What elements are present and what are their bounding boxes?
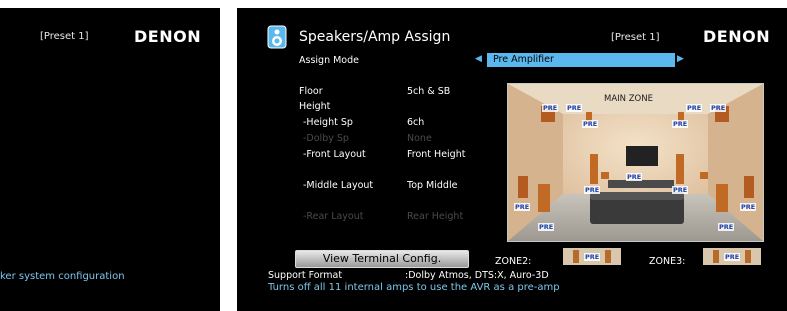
floor-value: 5ch & SB (407, 86, 451, 97)
pre-badge: PRE (686, 104, 703, 112)
pre-badge: PRE (584, 253, 601, 261)
assign-mode-selector[interactable]: Pre Amplifier (487, 53, 675, 67)
dolby-sp-value: None (407, 133, 432, 144)
rear-layout-label: -Rear Layout (303, 211, 364, 222)
height-label[interactable]: Height (299, 101, 330, 112)
speaker-layout-diagram: MAIN ZONE PRE PRE PRE PRE PRE PRE PRE PR… (507, 83, 764, 242)
dolby-sp-label: -Dolby Sp (303, 133, 349, 144)
assign-mode-label: Assign Mode (299, 55, 359, 66)
support-format-label: Support Format (268, 270, 343, 281)
floor-label[interactable]: Floor (299, 86, 323, 97)
zone3-label: ZONE3: (649, 256, 686, 267)
arrow-left-icon[interactable]: ◀ (475, 54, 482, 64)
pre-badge: PRE (584, 186, 601, 194)
front-layout-value: Front Height (407, 149, 466, 160)
zone-speaker (605, 250, 611, 263)
pre-badge: PRE (626, 173, 643, 181)
arrow-right-icon[interactable]: ▶ (677, 54, 684, 64)
support-format-value: :Dolby Atmos, DTS:X, Auro-3D (405, 270, 549, 281)
hint-text: Turns off all 11 internal amps to use th… (268, 282, 560, 293)
pre-badge: PRE (542, 104, 559, 112)
zone2-diagram: PRE (563, 248, 621, 265)
page-title: Speakers/Amp Assign (299, 29, 451, 45)
rear-layout-value: Rear Height (407, 211, 464, 222)
pre-badge: PRE (538, 223, 555, 231)
preset-label: [Preset 1] (40, 31, 89, 42)
pre-badge: PRE (672, 120, 689, 128)
height-sp-value: 6ch (407, 117, 425, 128)
middle-layout-value: Top Middle (407, 180, 458, 191)
pre-badge: PRE (740, 203, 757, 211)
preset-label: [Preset 1] (611, 32, 660, 43)
pre-badge: PRE (514, 203, 531, 211)
zone-speaker (745, 250, 751, 263)
left-screen: [Preset 1] DENON ker system configuratio… (0, 8, 220, 311)
front-layout-label[interactable]: -Front Layout (303, 149, 366, 160)
right-screen: Speakers/Amp Assign [Preset 1] DENON Ass… (237, 8, 787, 311)
brand-logo: DENON (134, 27, 202, 46)
brand-logo: DENON (703, 27, 771, 46)
main-zone-label: MAIN ZONE (604, 94, 653, 104)
zone-speaker (713, 250, 719, 263)
middle-layout-label[interactable]: -Middle Layout (303, 180, 373, 191)
pre-badge: PRE (724, 253, 741, 261)
pre-badge: PRE (566, 104, 583, 112)
zone-speaker (573, 250, 579, 263)
height-sp-label[interactable]: -Height Sp (303, 117, 353, 128)
pre-badge: PRE (710, 104, 727, 112)
zone2-label: ZONE2: (495, 256, 532, 267)
view-terminal-config-button[interactable]: View Terminal Config. (295, 250, 469, 268)
assign-mode-value: Pre Amplifier (493, 54, 554, 65)
pre-badge: PRE (672, 186, 689, 194)
pre-badge: PRE (718, 223, 735, 231)
speaker-icon (267, 25, 287, 49)
hint-text: ker system configuration (0, 271, 125, 282)
pre-badge: PRE (582, 120, 599, 128)
zone3-diagram: PRE (703, 248, 761, 265)
